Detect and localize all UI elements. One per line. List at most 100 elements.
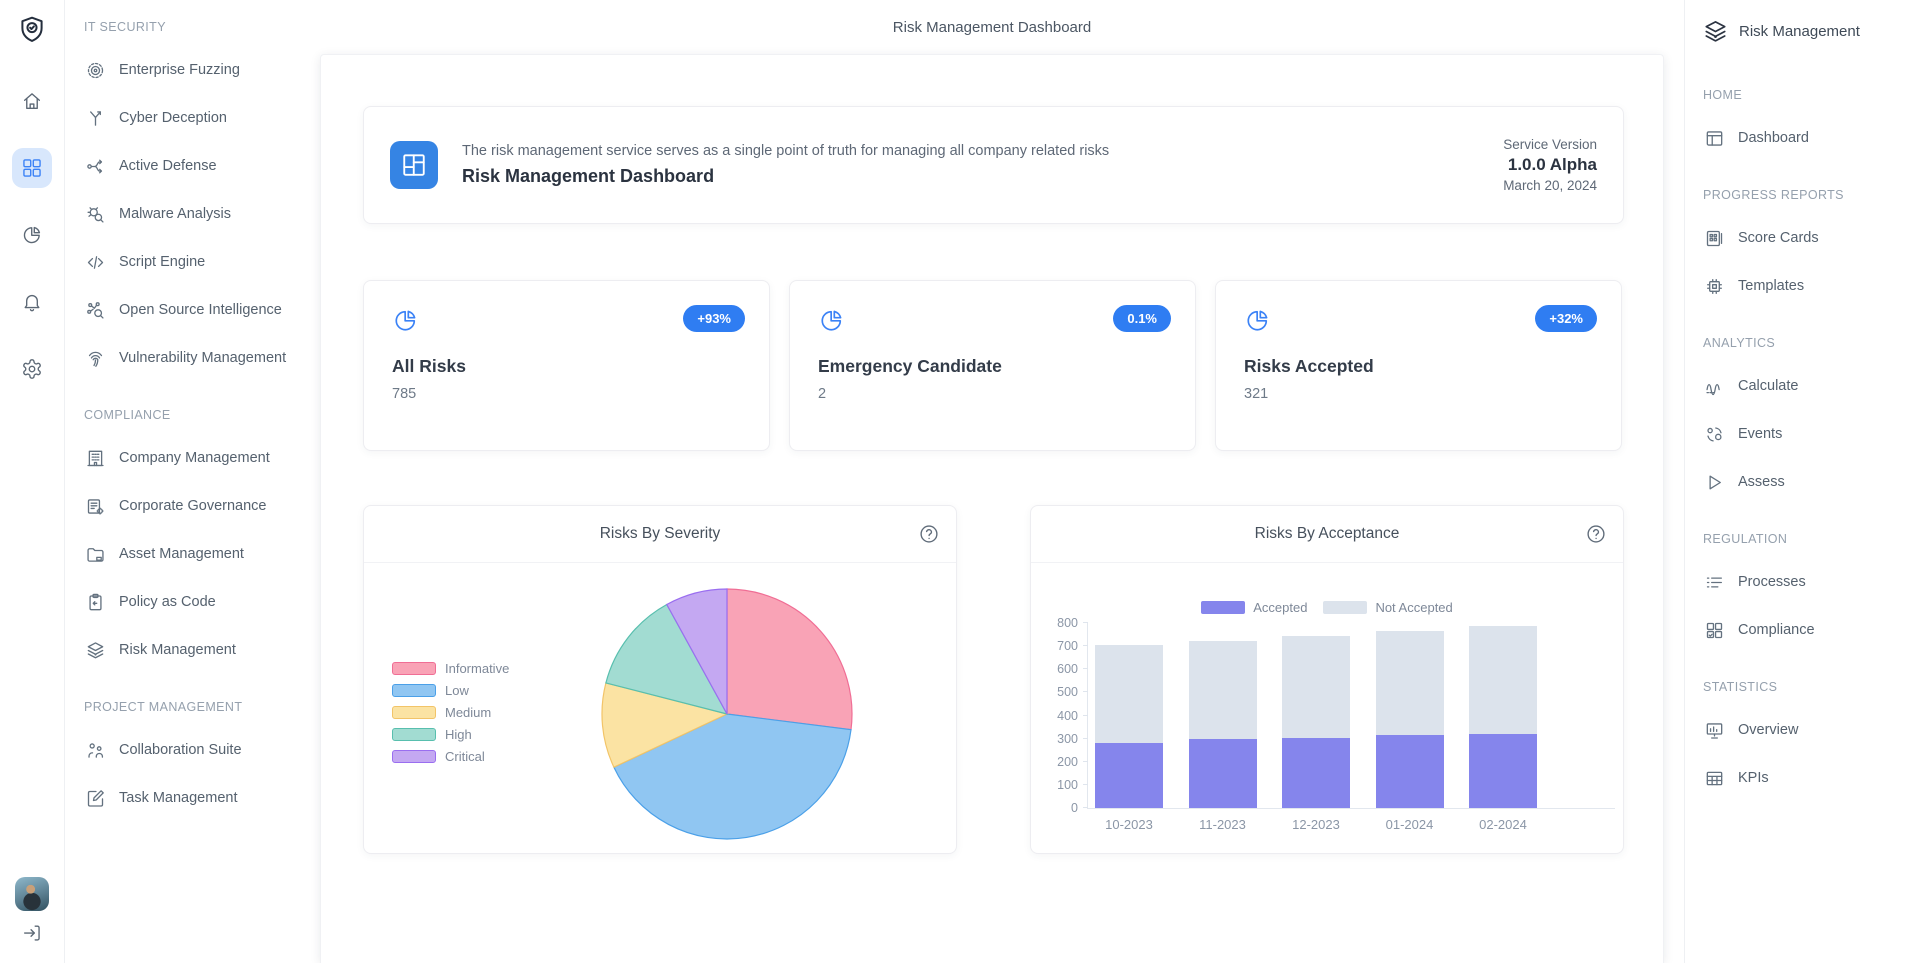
network-icon: [85, 300, 106, 321]
sidebar-item-malware-analysis[interactable]: Malware Analysis: [64, 190, 320, 238]
y-axis-label: 600: [1057, 662, 1078, 676]
nav-item-label: Cyber Deception: [119, 110, 227, 126]
nav-item-label: Risk Management: [119, 642, 236, 658]
user-avatar[interactable]: [15, 877, 49, 911]
rightbar-item-kpis[interactable]: KPIs: [1685, 754, 1920, 802]
question-circle-icon: [1585, 523, 1607, 545]
question-circle-icon: [918, 523, 940, 545]
pie-icon: [21, 224, 43, 246]
layers-eye-icon: [1702, 18, 1729, 45]
sidebar-item-asset-management[interactable]: Asset Management: [64, 530, 320, 578]
legend-item-accepted: Accepted: [1201, 600, 1307, 615]
pie-icon: [1244, 307, 1271, 334]
y-tick: [1083, 715, 1088, 716]
nav-item-label: Task Management: [119, 790, 237, 806]
edit-icon: [85, 788, 106, 809]
nav-item-label: Open Source Intelligence: [119, 302, 282, 318]
nav-item-label: Compliance: [1738, 622, 1815, 638]
rail-item-analytics[interactable]: [12, 215, 52, 255]
sidebar-item-script-engine[interactable]: Script Engine: [64, 238, 320, 286]
rightbar-item-overview[interactable]: Overview: [1685, 706, 1920, 754]
content-panel: The risk management service serves as a …: [320, 54, 1664, 963]
service-version-block: Service Version 1.0.0 Alpha March 20, 20…: [1503, 137, 1597, 193]
sidebar-item-open-source-intelligence[interactable]: Open Source Intelligence: [64, 286, 320, 334]
stat-badge: +32%: [1535, 305, 1597, 332]
people-icon: [85, 740, 106, 761]
pie-chart-title: Risks By Severity: [600, 525, 721, 543]
left-sidebar: IT SECURITYEnterprise FuzzingCyber Decep…: [64, 0, 320, 963]
pie-chart-header: Risks By Severity: [364, 506, 956, 563]
sidebar-item-cyber-deception[interactable]: Cyber Deception: [64, 94, 320, 142]
stat-card-risks-accepted: +32%Risks Accepted321: [1215, 280, 1622, 451]
legend-item-not-accepted: Not Accepted: [1323, 600, 1452, 615]
wave-icon: [1704, 376, 1725, 397]
rail-item-settings[interactable]: [12, 349, 52, 389]
y-tick: [1083, 807, 1088, 808]
sidebar-item-collaboration-suite[interactable]: Collaboration Suite: [64, 726, 320, 774]
rightbar-item-processes[interactable]: Processes: [1685, 558, 1920, 606]
x-axis-label: 01-2024: [1363, 817, 1457, 832]
sidebar-item-task-management[interactable]: Task Management: [64, 774, 320, 822]
rail-item-apps[interactable]: [12, 148, 52, 188]
rightbar-item-assess[interactable]: Assess: [1685, 458, 1920, 506]
nav-item-label: Assess: [1738, 474, 1785, 490]
help-icon[interactable]: [1585, 523, 1607, 550]
fingerprint-icon: [85, 348, 106, 369]
rightbar-item-dashboard[interactable]: Dashboard: [1685, 114, 1920, 162]
rightbar-section-statistics: STATISTICS: [1685, 668, 1920, 706]
rightbar-item-templates[interactable]: Templates: [1685, 262, 1920, 310]
sidebar-item-vulnerability-management[interactable]: Vulnerability Management: [64, 334, 320, 382]
x-axis-label: 02-2024: [1456, 817, 1550, 832]
rightbar-item-events[interactable]: Events: [1685, 410, 1920, 458]
nav-item-label: Score Cards: [1738, 230, 1819, 246]
rightbar-item-calculate[interactable]: Calculate: [1685, 362, 1920, 410]
sidebar-item-company-management[interactable]: Company Management: [64, 434, 320, 482]
icon-rail: [0, 0, 65, 963]
pie-slice-informative: [727, 589, 852, 730]
layers-eye-icon: [85, 640, 106, 661]
sidebar-item-risk-management[interactable]: Risk Management: [64, 626, 320, 674]
route-icon: [85, 156, 106, 177]
layout-icon: [1704, 128, 1725, 149]
nav-item-label: Active Defense: [119, 158, 217, 174]
dashboard-layout-icon: [399, 150, 429, 180]
help-icon[interactable]: [918, 523, 940, 550]
y-axis-label: 100: [1057, 778, 1078, 792]
service-version-label: Service Version: [1503, 137, 1597, 152]
x-axis-label: 11-2023: [1176, 817, 1270, 832]
clipboard-icon: [85, 592, 106, 613]
nav-item-label: Dashboard: [1738, 130, 1809, 146]
nav-item-label: Company Management: [119, 450, 270, 466]
right-sidebar: Risk Management HOMEDashboardPROGRESS RE…: [1684, 0, 1920, 963]
y-tick: [1083, 738, 1088, 739]
legend-swatch: [1323, 601, 1367, 614]
nav-item-label: Policy as Code: [119, 594, 216, 610]
sidebar-item-corporate-governance[interactable]: Corporate Governance: [64, 482, 320, 530]
sidebar-item-enterprise-fuzzing[interactable]: Enterprise Fuzzing: [64, 46, 320, 94]
target-icon: [85, 60, 106, 81]
acceptance-bar-chart: 010020030040050060070080010-202311-20231…: [1087, 623, 1615, 809]
rightbar-section-analytics: ANALYTICS: [1685, 324, 1920, 362]
rightbar-item-compliance[interactable]: Compliance: [1685, 606, 1920, 654]
shield-check-icon: [16, 14, 48, 46]
app-logo: [16, 14, 48, 51]
bar-02-2024: [1469, 626, 1537, 808]
y-tick: [1083, 784, 1088, 785]
nav-item-label: KPIs: [1738, 770, 1769, 786]
pie-icon: [818, 307, 845, 334]
right-sidebar-title: Risk Management: [1685, 0, 1920, 62]
rightbar-item-score-cards[interactable]: Score Cards: [1685, 214, 1920, 262]
risks-by-acceptance-card: Risks By Acceptance AcceptedNot Accepted…: [1030, 505, 1624, 854]
nav-item-label: Vulnerability Management: [119, 350, 286, 366]
sidebar-item-active-defense[interactable]: Active Defense: [64, 142, 320, 190]
sidebar-item-policy-as-code[interactable]: Policy as Code: [64, 578, 320, 626]
logout-button[interactable]: [21, 922, 43, 949]
doc-gear-icon: [85, 496, 106, 517]
bar-accepted: [1282, 738, 1350, 808]
rail-item-home[interactable]: [12, 81, 52, 121]
rail-item-notifications[interactable]: [12, 282, 52, 322]
branch-icon: [85, 108, 106, 129]
risks-by-severity-card: Risks By Severity InformativeLowMediumHi…: [363, 505, 957, 854]
stat-card-emergency-candidate: 0.1%Emergency Candidate2: [789, 280, 1196, 451]
bug-icon: [85, 204, 106, 225]
